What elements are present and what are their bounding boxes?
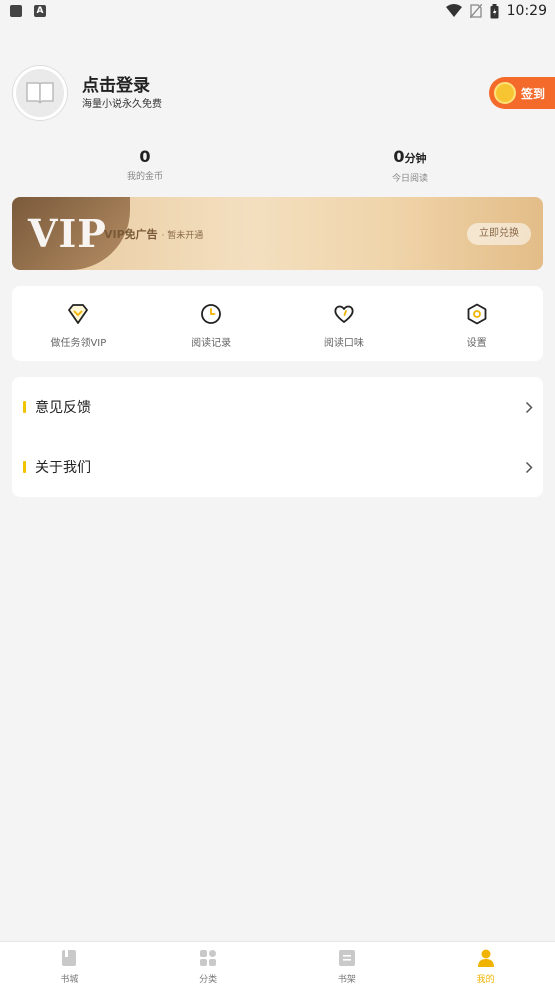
my-coins-stat[interactable]: 0 我的金币 xyxy=(95,147,195,182)
diamond-icon xyxy=(68,304,89,324)
vip-status: · 暂未开通 xyxy=(161,231,204,241)
menu-accent-bar xyxy=(23,461,26,473)
login-subtitle: 海量小说永久免费 xyxy=(82,99,162,110)
reading-value: 0 xyxy=(393,147,405,166)
vip-banner[interactable]: VIP VIP免广告 · 暂未开通 立即兑换 xyxy=(12,197,543,270)
vip-title: VIP免广告 xyxy=(104,228,158,241)
menu-accent-bar xyxy=(23,401,26,413)
quick-item-reading-history[interactable]: 阅读记录 xyxy=(145,286,278,361)
shelf-icon xyxy=(338,950,355,966)
reading-label: 今日阅读 xyxy=(391,174,428,184)
signin-button[interactable]: 签到 xyxy=(489,77,555,109)
nav-item-bookshelf[interactable]: 书架 xyxy=(278,942,417,989)
quick-label: 设置 xyxy=(466,338,487,349)
nav-label: 书城 xyxy=(60,975,79,985)
nav-label: 书架 xyxy=(337,975,356,985)
avatar[interactable] xyxy=(13,66,67,120)
coins-value: 0 xyxy=(139,147,151,166)
gear-icon xyxy=(467,303,487,325)
nav-item-mine[interactable]: 我的 xyxy=(416,942,555,989)
menu-item-feedback[interactable]: 意见反馈 xyxy=(12,377,543,437)
quick-item-vip-task[interactable]: 做任务领VIP xyxy=(12,286,145,361)
book-icon xyxy=(62,950,77,966)
notification-icon xyxy=(10,5,22,17)
nav-label: 分类 xyxy=(199,975,218,985)
quick-item-reading-taste[interactable]: 阅读口味 xyxy=(278,286,411,361)
menu-label: 关于我们 xyxy=(35,460,91,476)
chevron-right-icon xyxy=(525,461,533,473)
nav-item-category[interactable]: 分类 xyxy=(139,942,278,989)
coin-icon xyxy=(494,82,516,104)
menu-label: 意见反馈 xyxy=(35,400,91,416)
wifi-icon xyxy=(445,4,462,17)
quick-actions: 做任务领VIP 阅读记录 阅读口味 设置 xyxy=(12,286,543,361)
menu-item-about[interactable]: 关于我们 xyxy=(12,437,543,497)
menu-list: 意见反馈 关于我们 xyxy=(12,377,543,497)
coins-label: 我的金币 xyxy=(126,172,163,182)
quick-label: 阅读记录 xyxy=(191,338,232,349)
quick-label: 做任务领VIP xyxy=(50,338,107,349)
chevron-right-icon xyxy=(525,401,533,413)
nav-item-bookstore[interactable]: 书城 xyxy=(0,942,139,989)
nav-label: 我的 xyxy=(476,975,495,985)
quick-item-settings[interactable]: 设置 xyxy=(410,286,543,361)
reading-unit: 分钟 xyxy=(404,152,427,165)
clock-time: 10:29 xyxy=(506,3,547,19)
grid-icon xyxy=(200,950,217,966)
battery-icon xyxy=(490,3,499,18)
book-avatar-icon xyxy=(26,82,54,104)
signin-label: 签到 xyxy=(521,86,546,101)
clock-icon xyxy=(201,304,222,324)
bottom-nav: 书城 分类 书架 我的 xyxy=(0,941,555,989)
app-notification-icon: A xyxy=(34,5,46,17)
today-reading-stat[interactable]: 0分钟 今日阅读 xyxy=(360,147,460,184)
quick-label: 阅读口味 xyxy=(323,338,364,349)
redeem-button[interactable]: 立即兑换 xyxy=(467,223,531,245)
login-title[interactable]: 点击登录 xyxy=(82,71,150,96)
person-icon xyxy=(477,949,494,967)
vip-logo: VIP xyxy=(28,211,107,256)
no-sim-icon xyxy=(469,4,482,18)
status-bar: A 10:29 xyxy=(0,0,555,26)
heart-icon xyxy=(334,305,354,323)
profile-screen: A 10:29 点击登录 海量小说永久免费 签到 0 我的金币 0分钟 今日阅读… xyxy=(0,0,555,989)
